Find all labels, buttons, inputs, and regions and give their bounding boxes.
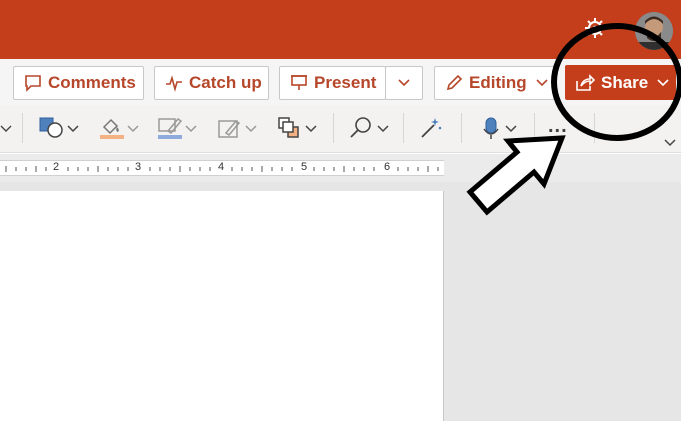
chevron-down-icon[interactable] bbox=[0, 122, 12, 134]
present-button[interactable]: Present bbox=[279, 66, 386, 100]
share-icon bbox=[576, 73, 595, 91]
activity-icon bbox=[166, 75, 182, 92]
shape-fill-button[interactable] bbox=[98, 113, 140, 143]
present-icon bbox=[291, 75, 307, 90]
dictate-icon bbox=[483, 117, 499, 139]
separator bbox=[333, 113, 334, 143]
arrange-icon bbox=[278, 117, 299, 138]
find-button[interactable] bbox=[348, 113, 390, 143]
shape-icon bbox=[39, 117, 63, 138]
chevron-down-icon bbox=[305, 125, 317, 133]
avatar[interactable] bbox=[635, 12, 673, 50]
dictate-button[interactable] bbox=[478, 113, 518, 143]
editing-label: Editing bbox=[469, 73, 527, 92]
chevron-down-icon bbox=[245, 125, 257, 133]
catchup-button[interactable]: Catch up bbox=[154, 66, 269, 100]
ruler-number: 6 bbox=[384, 161, 391, 173]
chevron-down-icon bbox=[185, 125, 197, 133]
search-icon bbox=[350, 117, 371, 138]
ruler-number: 4 bbox=[218, 161, 225, 173]
ruler-number: 5 bbox=[301, 161, 308, 173]
chevron-down-icon bbox=[127, 125, 139, 133]
more-label: ... bbox=[548, 115, 568, 137]
separator bbox=[403, 113, 404, 143]
comments-label: Comments bbox=[48, 73, 136, 92]
share-label: Share bbox=[601, 72, 649, 92]
pencil-icon bbox=[446, 74, 463, 91]
chevron-down-icon bbox=[505, 125, 517, 133]
arrange-button[interactable] bbox=[276, 113, 318, 143]
slide[interactable] bbox=[0, 191, 444, 421]
share-button[interactable]: Share bbox=[565, 65, 676, 100]
chevron-down-icon bbox=[398, 79, 410, 87]
present-options-button[interactable] bbox=[385, 66, 423, 100]
editing-mode-button[interactable]: Editing bbox=[434, 66, 555, 100]
shapes-button[interactable] bbox=[38, 113, 80, 143]
comment-icon bbox=[25, 75, 41, 92]
chevron-down-icon bbox=[67, 125, 79, 133]
style-icon bbox=[218, 120, 241, 138]
shape-styles-button[interactable] bbox=[216, 113, 258, 143]
catchup-label: Catch up bbox=[189, 73, 262, 92]
outline-icon bbox=[158, 118, 183, 139]
chevron-down-icon bbox=[657, 78, 669, 86]
comments-button[interactable]: Comments bbox=[13, 66, 144, 100]
ruler-number: 3 bbox=[135, 161, 142, 173]
chevron-down-icon bbox=[536, 79, 548, 87]
title-bar bbox=[0, 0, 681, 59]
chevron-down-icon[interactable] bbox=[663, 138, 677, 148]
separator bbox=[534, 113, 535, 143]
separator bbox=[594, 113, 595, 143]
designer-button[interactable] bbox=[418, 113, 444, 143]
chevron-down-icon bbox=[377, 125, 389, 133]
ruler-number: 2 bbox=[53, 161, 60, 173]
more-options-button[interactable]: ... bbox=[548, 115, 580, 139]
separator bbox=[22, 113, 23, 143]
separator bbox=[461, 113, 462, 143]
designer-icon bbox=[421, 118, 442, 138]
present-label: Present bbox=[314, 73, 377, 92]
gear-icon[interactable] bbox=[584, 17, 606, 39]
shape-outline-button[interactable] bbox=[156, 113, 198, 143]
fill-icon bbox=[100, 118, 124, 139]
